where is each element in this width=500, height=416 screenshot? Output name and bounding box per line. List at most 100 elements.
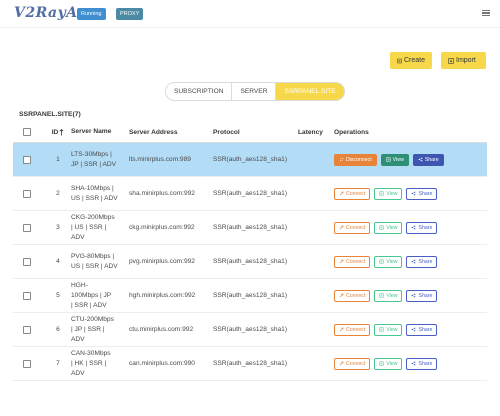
- server-id: 4: [56, 258, 60, 265]
- row-checkbox[interactable]: [23, 325, 31, 334]
- unlink-icon: [339, 157, 344, 162]
- sort-up-icon: [59, 128, 64, 135]
- view-icon: [379, 225, 384, 230]
- row-operations: Connect View Share: [334, 177, 484, 210]
- server-name-line: US | SSR | ADV: [71, 194, 118, 202]
- table-row[interactable]: 5 HGH- 100Mbps | JP | SSR | ADV hgh.minirplu…: [13, 279, 487, 313]
- operations-column-header: Operations: [334, 128, 369, 136]
- row-checkbox[interactable]: [23, 189, 31, 198]
- share-button[interactable]: Share: [406, 289, 438, 302]
- tab-server[interactable]: SERVER: [232, 83, 277, 100]
- row-checkbox[interactable]: [23, 291, 31, 300]
- server-address: ckg.minirplus.com:992: [129, 224, 195, 231]
- table-body: 1 LTS-30Mbps | JP | SSR | ADV lts.minirplus…: [13, 143, 487, 381]
- name-column-header: Server Name: [71, 128, 112, 135]
- table-row[interactable]: 4 PVG-80Mbps | US | SSR | ADV pvg.minirplus…: [13, 245, 487, 279]
- table-row[interactable]: 2 SHA-10Mbps | US | SSR | ADV sha.minirplus…: [13, 177, 487, 211]
- server-latency: [298, 347, 332, 380]
- server-address: sha.minirplus.com:992: [129, 190, 195, 197]
- row-operations: Connect View Share: [334, 313, 484, 346]
- row-checkbox[interactable]: [23, 155, 31, 164]
- server-name-line: ADV: [71, 233, 85, 241]
- section-title: SSRPANEL.SITE(7): [19, 111, 81, 118]
- create-button[interactable]: Create: [390, 52, 432, 69]
- view-button[interactable]: View: [374, 255, 403, 268]
- server-id: 6: [56, 326, 60, 333]
- share-icon: [412, 259, 416, 264]
- table-row[interactable]: 7 CAN-30Mbps | HK | SSR | ADV can.minirplus.…: [13, 347, 487, 381]
- row-checkbox[interactable]: [23, 223, 31, 232]
- select-all-checkbox[interactable]: [23, 128, 31, 136]
- server-address: lts.minirplus.com:989: [129, 156, 191, 163]
- table-row[interactable]: 1 LTS-30Mbps | JP | SSR | ADV lts.minirplus…: [13, 143, 487, 177]
- import-icon: [448, 57, 454, 64]
- link-icon: [339, 225, 344, 230]
- server-name-line: CAN-30Mbps: [71, 349, 111, 357]
- view-button[interactable]: View: [374, 357, 403, 370]
- server-protocol: SSR(auth_aes128_sha1): [213, 258, 288, 265]
- id-column-header[interactable]: ID: [51, 122, 65, 142]
- server-protocol: SSR(auth_aes128_sha1): [213, 190, 288, 197]
- view-button[interactable]: View: [374, 221, 403, 234]
- server-id: 1: [56, 156, 60, 163]
- server-name: CAN-30Mbps | HK | SSR | ADV: [71, 347, 127, 380]
- share-button[interactable]: Share: [406, 221, 438, 234]
- proxy-status-badge[interactable]: PROXY: [116, 8, 144, 20]
- row-checkbox[interactable]: [23, 257, 31, 266]
- server-name-line: HGH-: [71, 281, 88, 289]
- share-button[interactable]: Share: [406, 255, 438, 268]
- share-icon: [412, 327, 416, 332]
- connect-button[interactable]: Connect: [334, 323, 371, 336]
- view-button[interactable]: View: [374, 187, 403, 200]
- share-icon: [418, 157, 423, 162]
- server-name: CTU-200Mbps | JP | SSR | ADV: [71, 313, 127, 346]
- share-button[interactable]: Share: [406, 357, 438, 370]
- server-name-line: | SSR | ADV: [71, 301, 107, 309]
- tab-ssrpanel-site[interactable]: SSRPANEL.SITE: [276, 83, 344, 100]
- server-name-line: US | SSR | ADV: [71, 262, 118, 270]
- server-name-line: CTU-200Mbps: [71, 315, 114, 323]
- share-button[interactable]: Share: [406, 187, 438, 200]
- connect-button[interactable]: Connect: [334, 221, 371, 234]
- share-icon: [412, 361, 416, 366]
- server-protocol: SSR(auth_aes128_sha1): [213, 292, 288, 299]
- link-icon: [339, 259, 344, 264]
- view-button[interactable]: View: [374, 323, 403, 336]
- navbar: V2RayA Running PROXY: [0, 0, 500, 28]
- disconnect-button[interactable]: Disconnect: [334, 153, 377, 166]
- server-address: hgh.minirplus.com:992: [129, 292, 196, 299]
- link-icon: [339, 361, 344, 366]
- table-row[interactable]: 3 CKG-200Mbps | US | SSR | ADV ckg.minirplus…: [13, 211, 487, 245]
- server-address: ctu.minirplus.com:992: [129, 326, 194, 333]
- server-latency: [298, 177, 332, 210]
- view-button[interactable]: View: [380, 153, 409, 166]
- server-name: CKG-200Mbps | US | SSR | ADV: [71, 211, 127, 244]
- server-name: HGH- 100Mbps | JP | SSR | ADV: [71, 279, 127, 312]
- view-icon: [379, 191, 384, 196]
- server-latency: [298, 211, 332, 244]
- hamburger-menu-icon[interactable]: [482, 8, 492, 18]
- view-icon: [386, 157, 391, 162]
- table-row[interactable]: 6 CTU-200Mbps | JP | SSR | ADV ctu.minirplus…: [13, 313, 487, 347]
- share-button[interactable]: Share: [412, 153, 444, 166]
- server-name-line: | HK | SSR |: [71, 359, 107, 367]
- connect-button[interactable]: Connect: [334, 357, 371, 370]
- connect-button[interactable]: Connect: [334, 289, 371, 302]
- link-icon: [339, 191, 344, 196]
- running-status-badge[interactable]: Running: [77, 8, 106, 20]
- server-protocol: SSR(auth_aes128_sha1): [213, 360, 288, 367]
- view-button[interactable]: View: [374, 289, 403, 302]
- brand-logo[interactable]: V2RayA: [14, 5, 78, 21]
- share-button[interactable]: Share: [406, 323, 438, 336]
- tab-subscription[interactable]: SUBSCRIPTION: [166, 83, 233, 100]
- server-protocol: SSR(auth_aes128_sha1): [213, 326, 288, 333]
- link-icon: [339, 293, 344, 298]
- server-name-line: | US | SSR |: [71, 223, 107, 231]
- connect-button[interactable]: Connect: [334, 255, 371, 268]
- connect-button[interactable]: Connect: [334, 187, 371, 200]
- view-icon: [379, 361, 384, 366]
- import-button[interactable]: Import: [441, 52, 486, 69]
- server-protocol: SSR(auth_aes128_sha1): [213, 224, 288, 231]
- row-checkbox[interactable]: [23, 359, 31, 368]
- row-operations: Disconnect View Share: [334, 143, 484, 176]
